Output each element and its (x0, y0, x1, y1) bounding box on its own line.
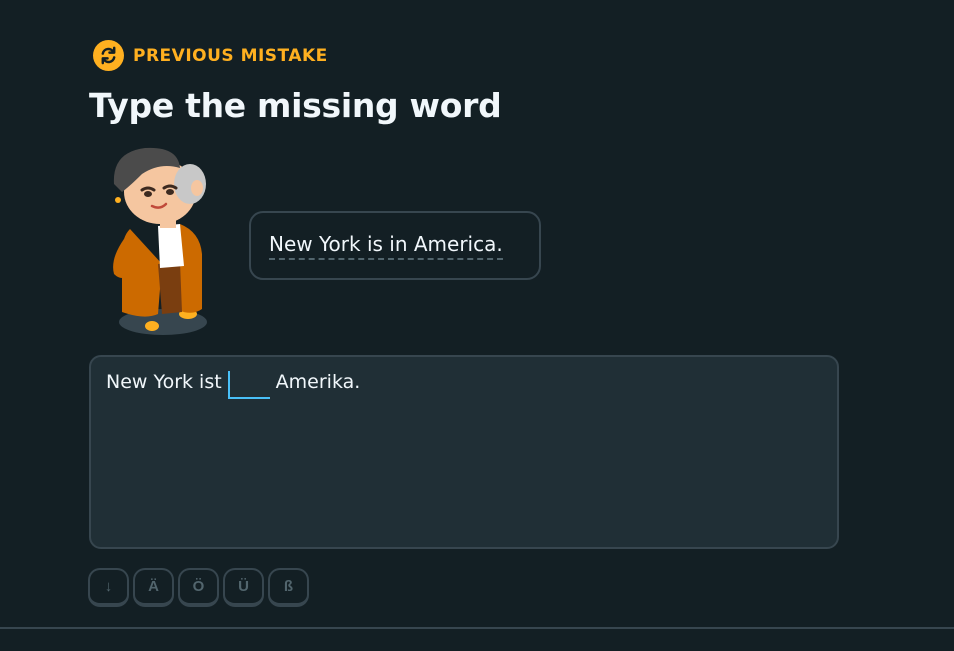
answer-area: New York ist Amerika. (89, 355, 839, 549)
speech-bubble: New York is in America. (249, 211, 541, 280)
sentence-before: New York ist (106, 371, 222, 393)
key-u-umlaut[interactable]: Ü (223, 568, 264, 607)
previous-mistake-label: PREVIOUS MISTAKE (133, 45, 328, 66)
target-sentence: New York ist Amerika. (106, 371, 360, 399)
page-title: Type the missing word (89, 86, 502, 125)
exercise-page: PREVIOUS MISTAKE Type the missing word N… (0, 0, 954, 651)
sentence-after: Amerika. (275, 371, 361, 393)
previous-mistake-badge: PREVIOUS MISTAKE (93, 40, 328, 71)
key-eszett[interactable]: ß (268, 568, 309, 607)
key-o-umlaut[interactable]: Ö (178, 568, 219, 607)
refresh-icon (93, 40, 124, 71)
collapse-keyboard-button[interactable]: ↓ (88, 568, 129, 607)
key-a-umlaut[interactable]: Ä (133, 568, 174, 607)
missing-word-input[interactable] (227, 371, 270, 399)
prompt-sentence[interactable]: New York is in America. (269, 232, 503, 260)
footer-divider (0, 627, 954, 629)
special-characters-keyboard: ↓ Ä Ö Ü ß (88, 568, 309, 607)
character-illustration (100, 144, 215, 339)
